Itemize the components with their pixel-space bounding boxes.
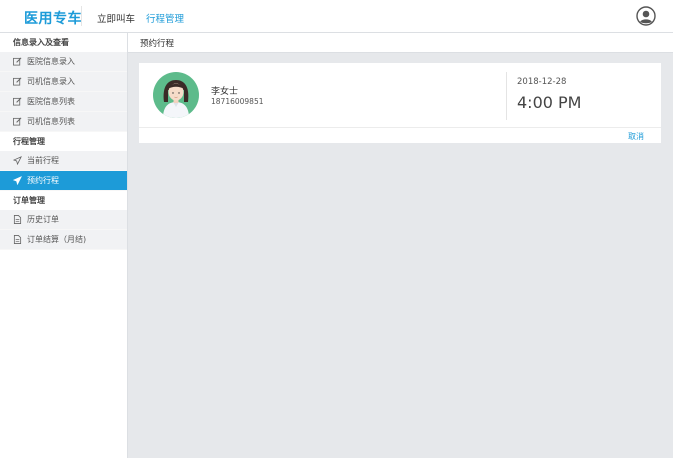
user-circle-icon[interactable] <box>636 6 656 26</box>
sidebar-item-label: 医院信息列表 <box>27 97 75 106</box>
sidebar-item-hospital-entry[interactable]: 医院信息录入 <box>0 52 127 72</box>
sidebar-section-orders: 订单管理 <box>0 191 127 210</box>
send-icon <box>13 176 22 185</box>
sidebar-section-trip: 行程管理 <box>0 132 127 151</box>
sidebar-item-hospital-list[interactable]: 医院信息列表 <box>0 92 127 112</box>
edit-icon <box>13 97 22 106</box>
sidebar-item-label: 预约行程 <box>27 176 59 185</box>
passenger-phone: 18716009851 <box>211 97 264 106</box>
brand-logo[interactable]: 医用专车 <box>24 8 82 28</box>
send-icon <box>13 156 22 165</box>
trip-date: 2018-12-28 <box>517 77 567 87</box>
sidebar-item-current-trip[interactable]: 当前行程 <box>0 151 127 171</box>
sidebar-item-scheduled-trip[interactable]: 预约行程 <box>0 171 127 191</box>
trip-card: 李女士 18716009851 2018-12-28 4:00 PM 取消 <box>139 63 661 143</box>
sidebar: 信息录入及查看 医院信息录入 司机信息录入 医院信息列表 司机信息列表 行程管理… <box>0 33 128 458</box>
nav-trip-management[interactable]: 行程管理 <box>146 11 184 25</box>
edit-icon <box>13 57 22 66</box>
sidebar-item-label: 当前行程 <box>27 156 59 165</box>
nav-call-car[interactable]: 立即叫车 <box>97 11 135 25</box>
sidebar-item-label: 订单结算（月结) <box>27 235 87 244</box>
document-icon <box>13 215 22 224</box>
sidebar-item-label: 司机信息列表 <box>27 117 75 126</box>
brand-divider <box>81 6 82 26</box>
passenger-name: 李女士 <box>211 87 239 97</box>
cancel-trip-link[interactable]: 取消 <box>628 131 644 142</box>
card-footer-divider <box>139 127 661 128</box>
sidebar-item-driver-list[interactable]: 司机信息列表 <box>0 112 127 132</box>
trip-time: 4:00 PM <box>517 93 582 112</box>
edit-icon <box>13 77 22 86</box>
sidebar-item-order-history[interactable]: 历史订单 <box>0 210 127 230</box>
sidebar-section-info: 信息录入及查看 <box>0 33 127 52</box>
sidebar-item-label: 医院信息录入 <box>27 57 75 66</box>
page-title: 预约行程 <box>128 33 673 53</box>
sidebar-item-label: 历史订单 <box>27 215 59 224</box>
top-bar: 医用专车 立即叫车 行程管理 <box>0 0 673 33</box>
edit-icon <box>13 117 22 126</box>
sidebar-item-label: 司机信息录入 <box>27 77 75 86</box>
sidebar-item-driver-entry[interactable]: 司机信息录入 <box>0 72 127 92</box>
passenger-avatar <box>153 72 199 118</box>
sidebar-item-order-settlement[interactable]: 订单结算（月结) <box>0 230 127 250</box>
card-divider <box>506 72 507 120</box>
document-icon <box>13 235 22 244</box>
